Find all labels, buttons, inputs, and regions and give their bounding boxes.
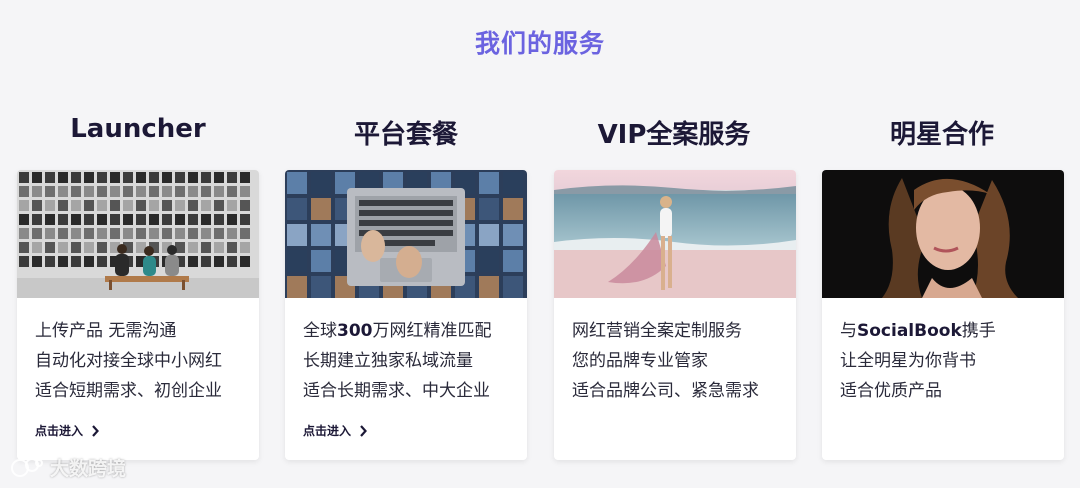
card-title-platform-package: 平台套餐: [353, 120, 458, 150]
enter-link-launcher[interactable]: 点击进入: [35, 422, 99, 439]
card-line: 让全明星为你背书: [840, 351, 976, 371]
enter-link-label: 点击进入: [35, 424, 84, 438]
enter-link-label: 点击进入: [303, 424, 352, 438]
card-line: 适合品牌公司、紧急需求: [572, 381, 759, 401]
chevron-right-icon: [360, 424, 367, 437]
card-launcher[interactable]: 上传产品 无需沟通 自动化对接全球中小网红 适合短期需求、初创企业 点击进入: [17, 170, 259, 460]
watermark: 大数跨境: [10, 454, 126, 481]
card-line: 适合短期需求、初创企业: [35, 381, 222, 401]
card-image-platform-package: [285, 170, 527, 298]
card-line: 全球300万网红精准匹配: [303, 321, 492, 341]
card-image-vip-service: [554, 170, 796, 298]
card-line: 适合长期需求、中大企业: [303, 381, 490, 401]
card-line: 与SocialBook携手: [840, 321, 996, 341]
card-platform-package[interactable]: 全球300万网红精准匹配 长期建立独家私域流量 适合长期需求、中大企业 点击进入: [285, 170, 527, 460]
chevron-right-icon: [92, 424, 99, 437]
card-image-launcher: [17, 170, 259, 298]
card-title-celebrity: 明星合作: [889, 120, 994, 150]
logo-icon: [11, 457, 43, 477]
card-line: 长期建立独家私域流量: [303, 351, 473, 371]
card-title-launcher: Launcher: [70, 114, 206, 144]
section-title: 我们的服务: [474, 29, 605, 58]
card-image-celebrity: [822, 170, 1064, 298]
card-line: 自动化对接全球中小网红: [35, 351, 222, 371]
card-line: 网红营销全案定制服务: [572, 321, 742, 341]
card-line: 您的品牌专业管家: [572, 351, 708, 371]
card-line: 适合优质产品: [840, 381, 942, 401]
card-celebrity[interactable]: 与SocialBook携手 让全明星为你背书 适合优质产品: [822, 170, 1064, 460]
card-title-vip-service: VIP全案服务: [597, 120, 751, 150]
enter-link-platform-package[interactable]: 点击进入: [303, 422, 367, 439]
card-line: 上传产品 无需沟通: [35, 321, 177, 341]
card-vip-service[interactable]: 网红营销全案定制服务 您的品牌专业管家 适合品牌公司、紧急需求: [554, 170, 796, 460]
watermark-text: 大数跨境: [50, 458, 127, 480]
